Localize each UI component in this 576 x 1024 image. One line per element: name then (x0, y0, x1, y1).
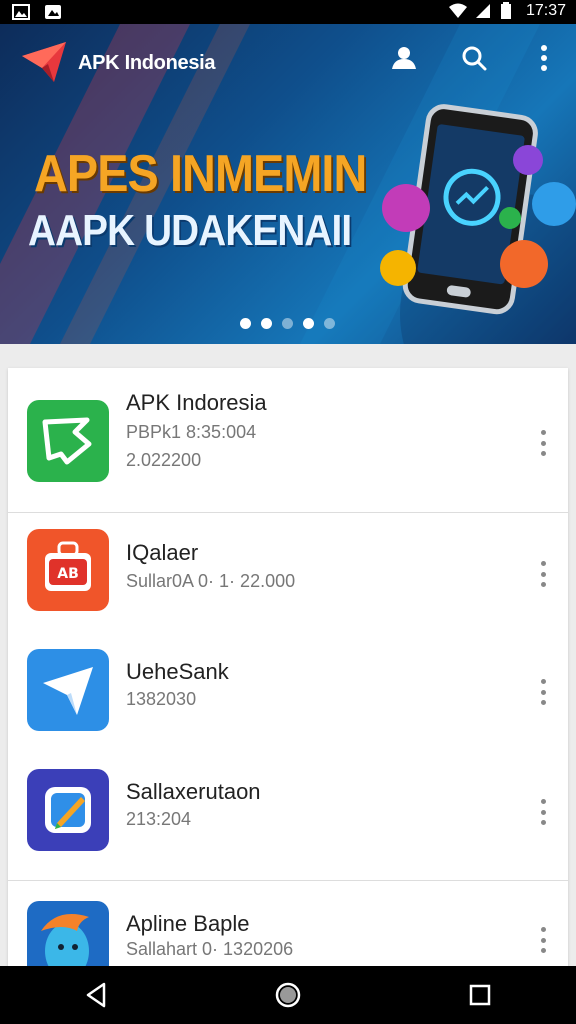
app-details: PBPk1 8:35:004 (126, 422, 257, 442)
back-icon (86, 982, 106, 1008)
brand[interactable]: APK Indonesia (20, 38, 216, 89)
search-icon (462, 46, 487, 71)
brand-name: APK Indonesia (78, 52, 216, 74)
search-button[interactable] (460, 44, 488, 72)
item-menu-button[interactable] (536, 561, 550, 587)
brand-logo-icon (20, 38, 68, 89)
item-menu-button[interactable] (536, 430, 550, 456)
list-item[interactable]: APK Indoresia PBPk1 8:35:004 2.022200 (8, 368, 568, 513)
banner-headline-secondary: AAPK UDAKENAII (28, 206, 352, 255)
carousel-dot[interactable] (282, 318, 293, 329)
recents-icon (469, 984, 491, 1006)
app-details: Sullar0A 0· 1· 22.000 (126, 571, 296, 591)
status-bar: 17:37 (0, 0, 576, 24)
home-button[interactable] (268, 975, 308, 1015)
blue-plane-icon (27, 649, 109, 731)
app-list: APK Indoresia PBPk1 8:35:004 2.022200 AB… (8, 368, 568, 968)
app-details: 213:204 (126, 809, 192, 829)
phone-illustration (380, 104, 576, 315)
back-button[interactable] (76, 975, 116, 1015)
photo-notification-icon (44, 3, 62, 21)
app-details: Sallahart 0· 1320206 (126, 939, 294, 959)
hero-banner[interactable]: APK Indonesia APES INMEMIN AAPK UDAKENAI… (0, 24, 576, 344)
orange-store-icon: AB (27, 529, 109, 611)
account-button[interactable] (390, 44, 418, 72)
overflow-menu-button[interactable] (530, 44, 558, 72)
item-menu-button[interactable] (536, 799, 550, 825)
green-bird-icon (27, 400, 109, 482)
carousel-indicator (240, 318, 335, 329)
gallery-notification-icon (12, 3, 30, 21)
app-name: IQalaer (126, 540, 199, 565)
app-name: UeheSank (126, 659, 229, 684)
home-icon (275, 982, 301, 1008)
app-name: Apline Baple (126, 911, 250, 936)
status-time: 17:37 (525, 2, 566, 19)
banner-headline-primary: APES INMEMIN (34, 145, 367, 203)
list-item[interactable]: Sallaxerutaon 213:204 (8, 753, 568, 881)
signal-icon (474, 2, 492, 20)
carousel-dot[interactable] (303, 318, 314, 329)
list-item[interactable]: AB IQalaer Sullar0A 0· 1· 22.000 (8, 513, 568, 633)
purple-pen-icon (27, 769, 109, 851)
battery-icon (500, 2, 518, 20)
app-name: Sallaxerutaon (126, 779, 261, 804)
carousel-dot[interactable] (240, 318, 251, 329)
account-icon (392, 47, 416, 69)
item-menu-button[interactable] (536, 927, 550, 953)
app-name: APK Indoresia (126, 390, 267, 415)
app-details: 1382030 (126, 689, 197, 709)
recents-button[interactable] (460, 975, 500, 1015)
carousel-dot[interactable] (261, 318, 272, 329)
list-item[interactable]: Apline Baple Sallahart 0· 1320206 (8, 881, 568, 968)
item-menu-button[interactable] (536, 679, 550, 705)
avatar-icon (27, 901, 109, 968)
app-version: 2.022200 (126, 450, 202, 470)
list-item[interactable]: UeheSank 1382030 (8, 633, 568, 753)
wifi-icon (448, 2, 467, 20)
svg-text:AB: AB (57, 566, 79, 582)
overflow-menu-icon (541, 45, 547, 71)
carousel-dot[interactable] (324, 318, 335, 329)
system-nav-bar (0, 966, 576, 1024)
